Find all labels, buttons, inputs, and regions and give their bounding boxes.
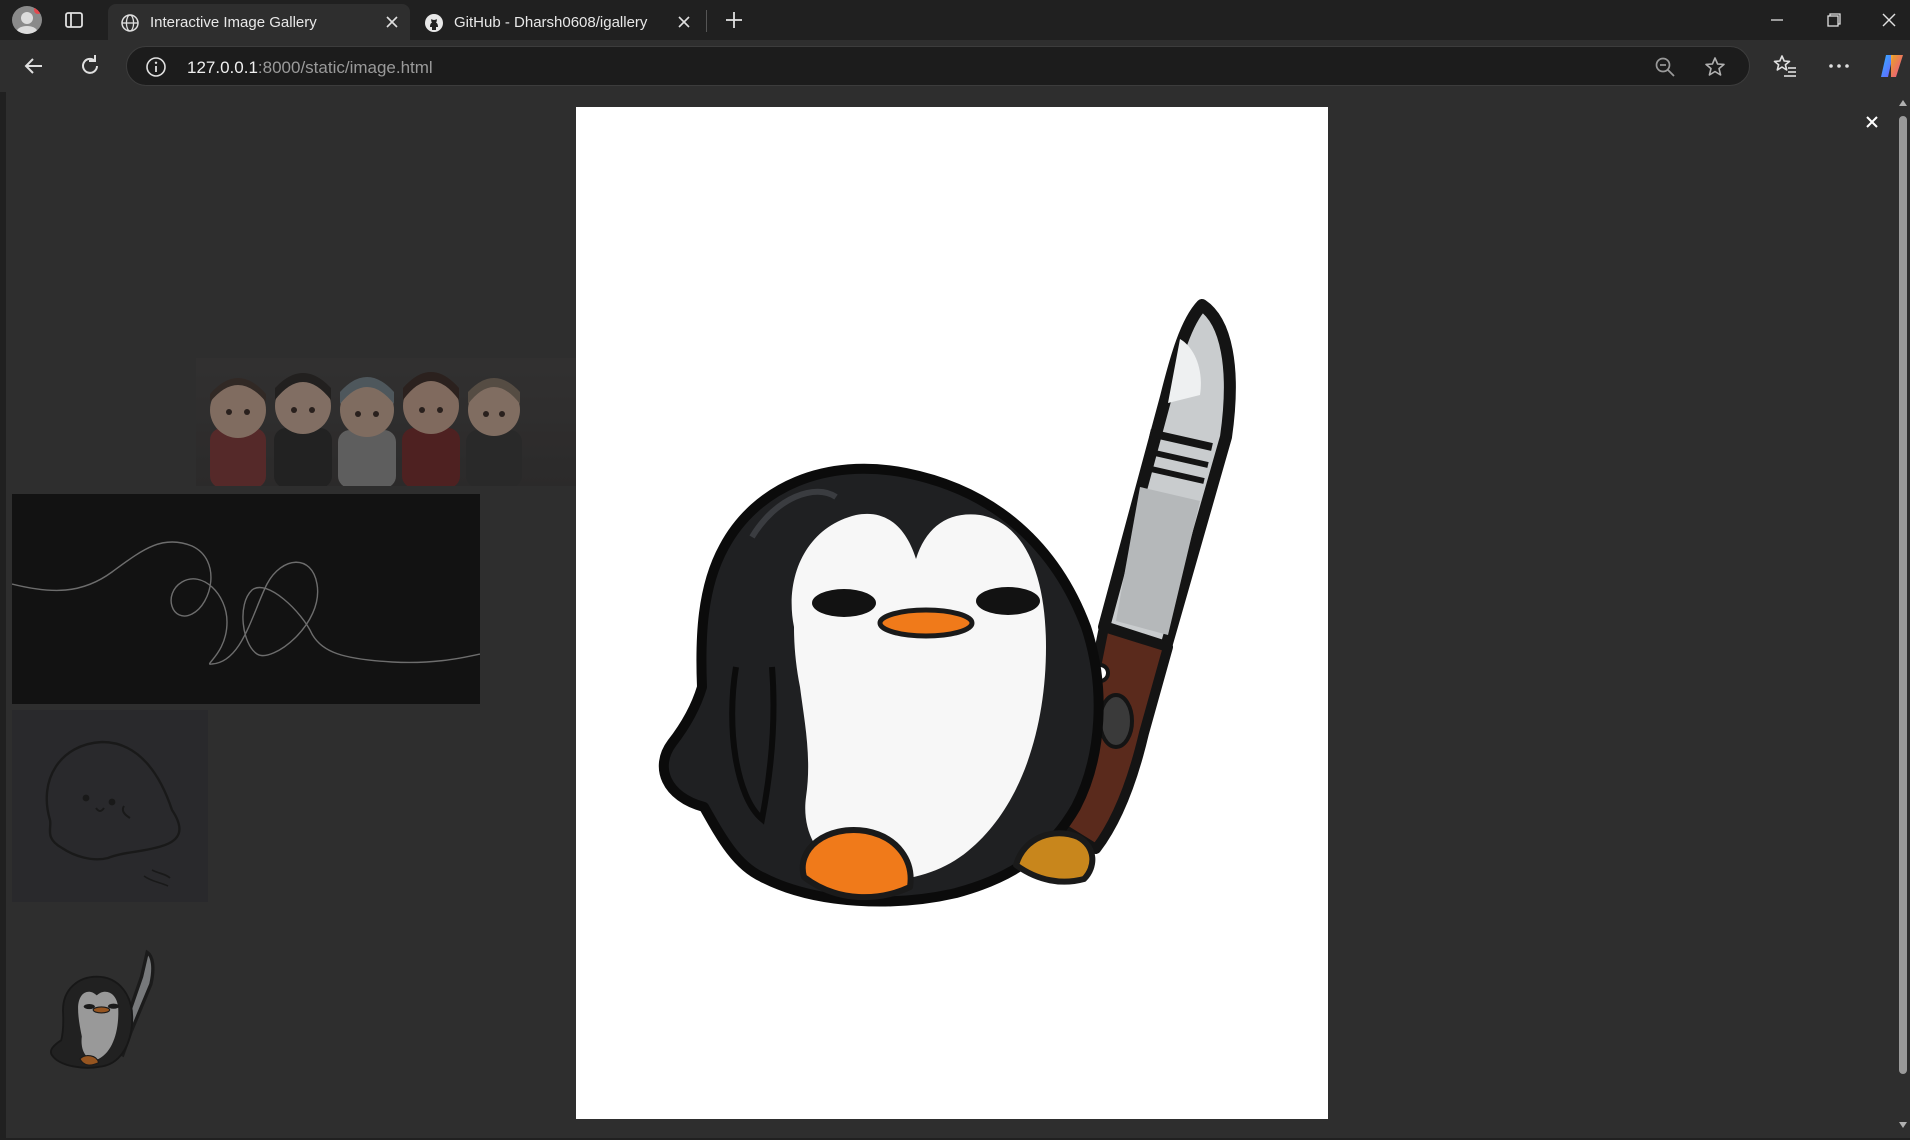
tab-strip: Interactive Image Gallery GitHub - Dhars… [0,0,1910,40]
favorite-star-icon[interactable] [1703,55,1727,79]
scrollbar-thumb[interactable] [1899,116,1907,1074]
url-text: 127.0.0.1:8000/static/image.html [187,58,433,78]
minimize-icon[interactable] [1752,4,1802,36]
back-icon[interactable] [18,50,50,82]
browser-window: Interactive Image Gallery GitHub - Dhars… [0,0,1910,1140]
favorites-list-icon[interactable] [1772,53,1798,79]
scroll-down-icon[interactable] [1898,1120,1908,1130]
address-bar[interactable]: 127.0.0.1:8000/static/image.html [126,46,1750,86]
new-tab-icon[interactable] [720,6,748,34]
zoom-out-icon[interactable] [1653,55,1677,79]
tab-actions-icon[interactable] [62,8,86,32]
globe-icon [121,14,139,32]
close-tab-icon[interactable] [382,12,402,32]
page-content [6,92,1904,1138]
scroll-up-icon[interactable] [1898,98,1908,108]
close-window-icon[interactable] [1864,4,1910,36]
site-info-icon[interactable] [145,56,167,78]
more-options-icon[interactable] [1826,53,1852,79]
url-host: 127.0.0.1 [187,58,258,77]
url-path: :8000/static/image.html [257,58,433,77]
tab-separator [706,10,707,32]
profile-avatar-icon[interactable] [12,6,42,34]
lightbox-image-penguin-with-knife [576,107,1328,1119]
page-scrollbar[interactable] [1896,92,1910,1138]
refresh-icon[interactable] [74,50,106,82]
copilot-icon[interactable] [1878,52,1906,80]
github-icon [425,14,443,32]
close-tab-icon[interactable] [674,12,694,32]
tab-interactive-image-gallery[interactable]: Interactive Image Gallery [108,4,410,40]
close-lightbox-icon[interactable] [1860,110,1884,134]
restore-icon[interactable] [1808,4,1858,36]
tab-title: Interactive Image Gallery [150,14,317,31]
browser-toolbar: 127.0.0.1:8000/static/image.html [0,40,1910,92]
tab-title: GitHub - Dharsh0608/igallery [454,14,648,31]
tab-github-igallery[interactable]: GitHub - Dharsh0608/igallery [412,4,702,40]
